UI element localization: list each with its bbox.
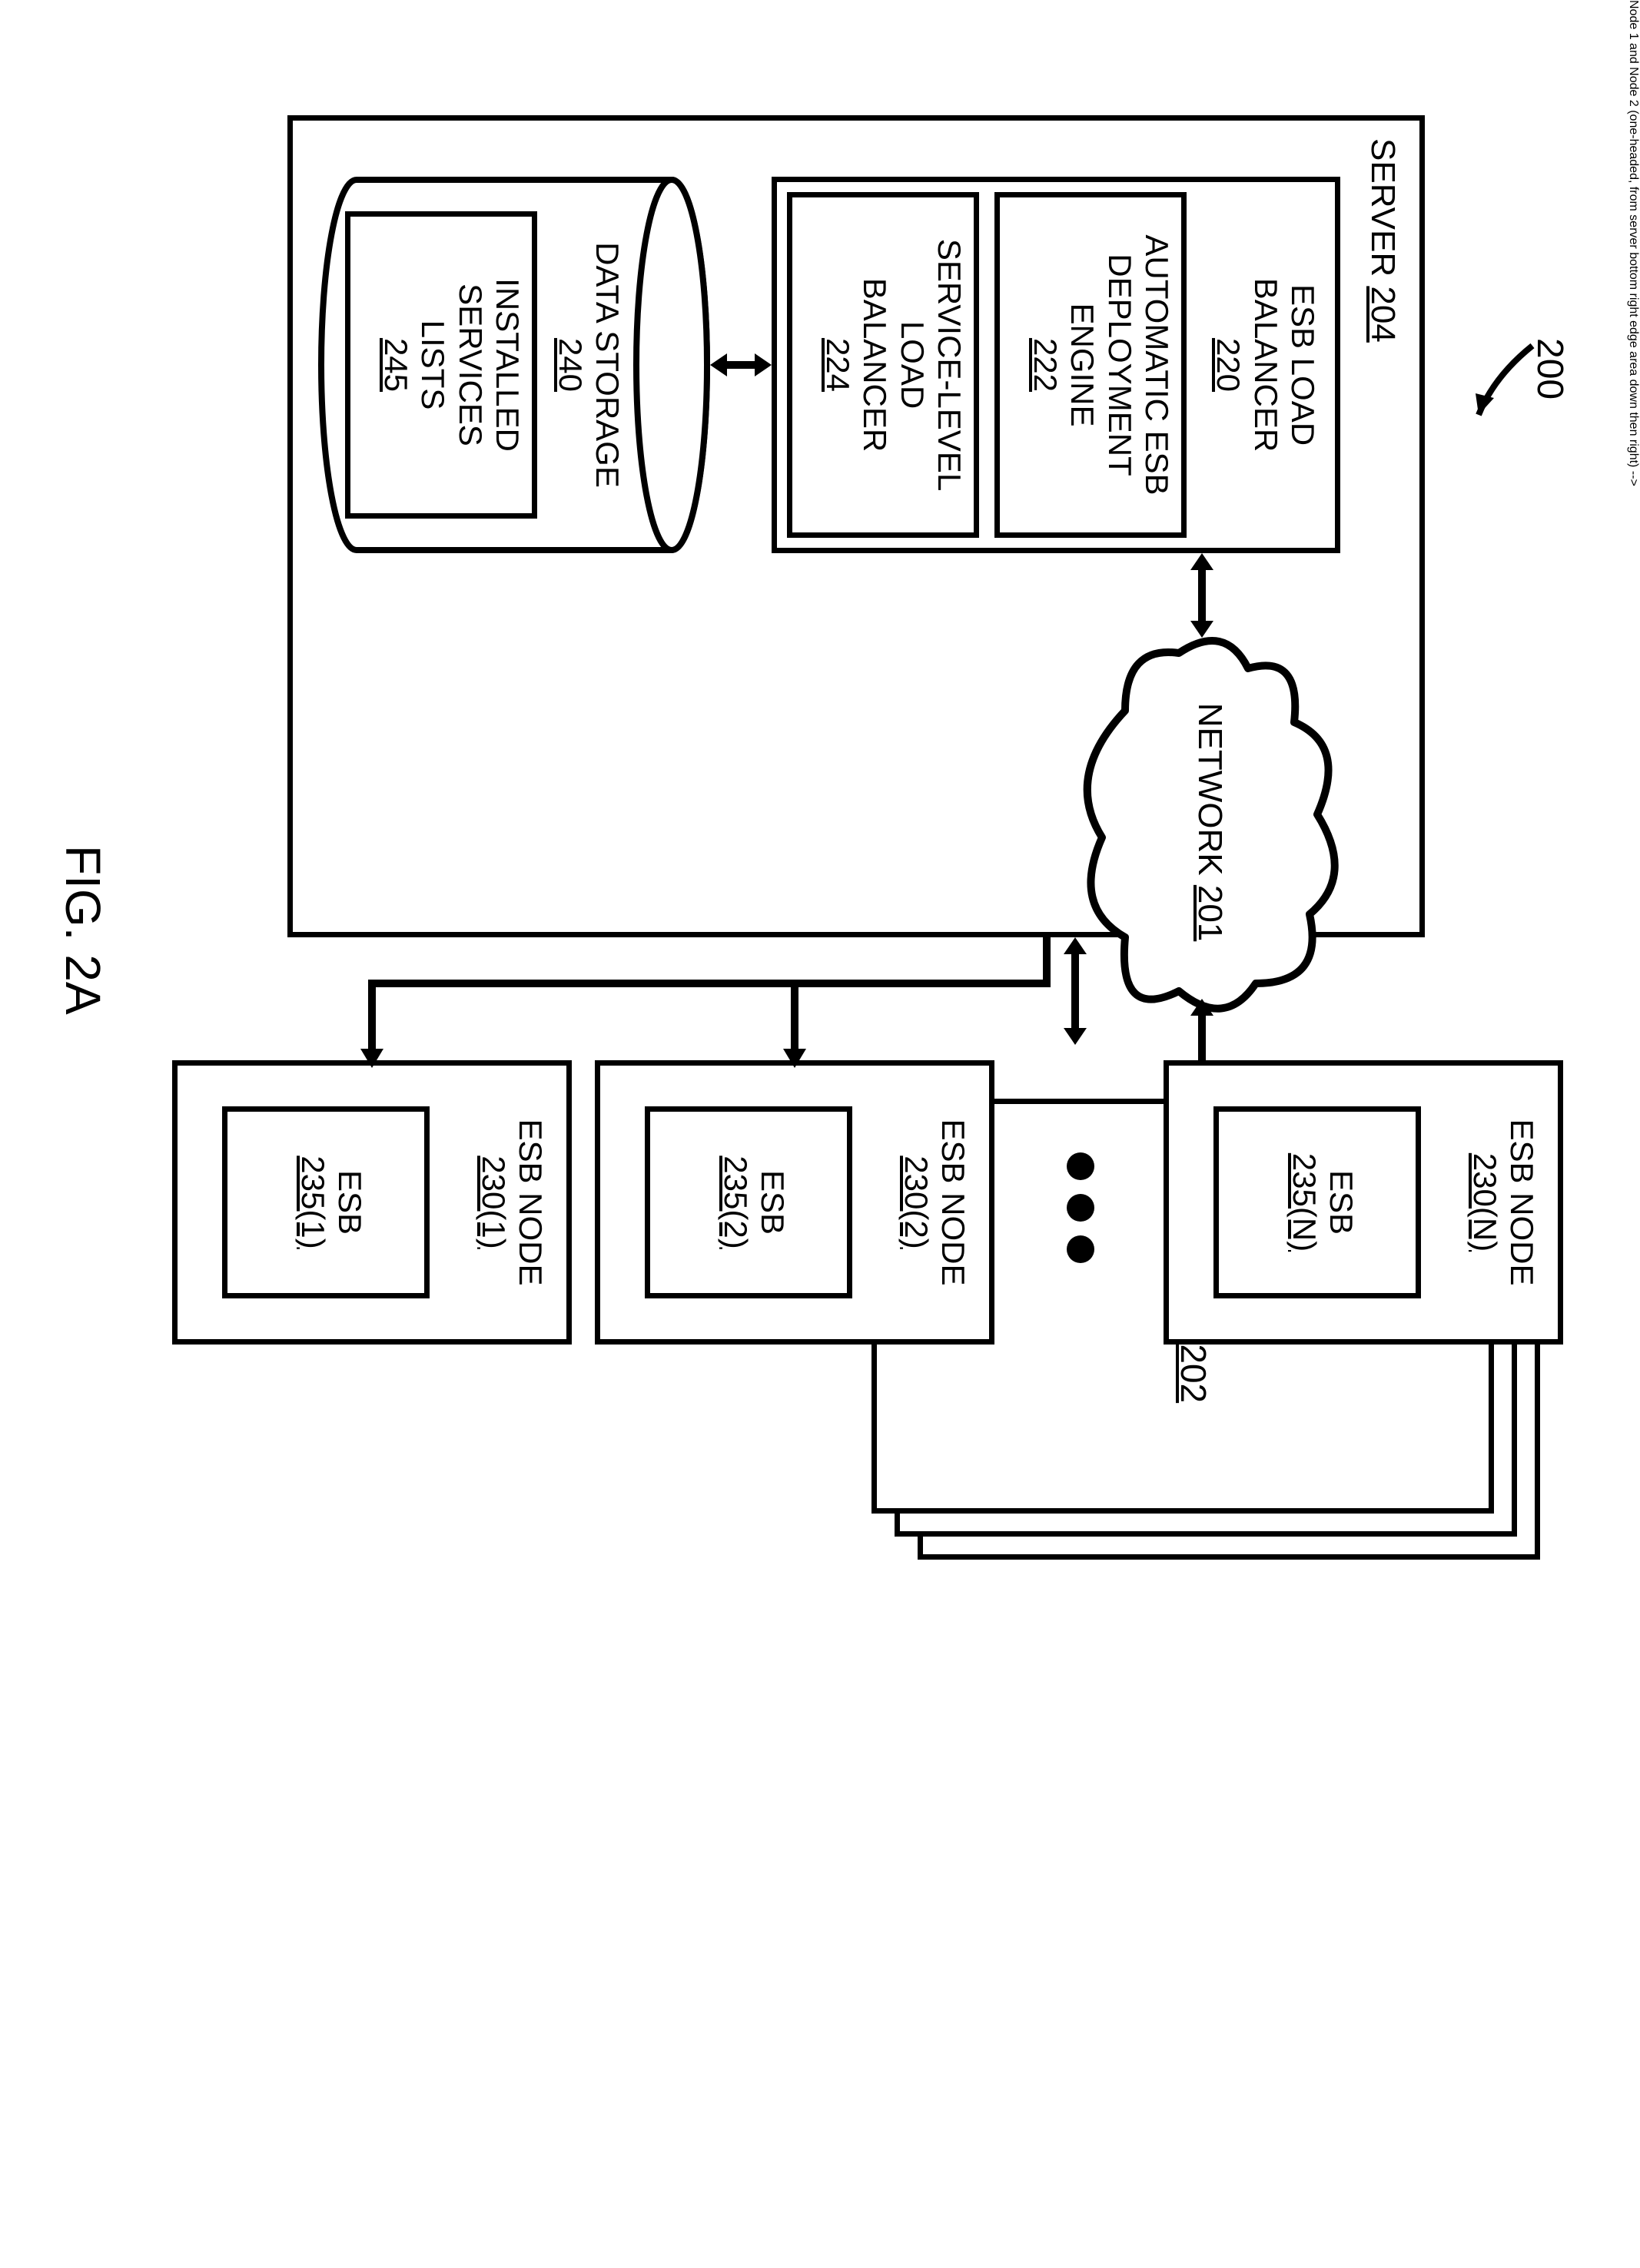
auto-esb-engine-title: AUTOMATIC ESB DEPLOYMENT ENGINE 222 — [1027, 192, 1175, 538]
esb-node-1-title: ESB NODE 230(1) — [474, 1060, 549, 1345]
ellipsis-dots — [1067, 1152, 1094, 1263]
ref-hook — [1471, 346, 1532, 438]
arrow-server-node-n — [1064, 937, 1087, 1045]
data-storage-title: DATA STORAGE 240 — [551, 177, 626, 553]
esb-load-balancer-title: ESB LOAD BALANCER 220 — [1210, 177, 1321, 553]
arrow-lb-network — [1190, 553, 1213, 638]
arrow-server-node1 — [363, 930, 1054, 1068]
esb-n-inner-title: ESB 235(N) — [1285, 1106, 1359, 1298]
esb-1-inner-title: ESB 235(1) — [294, 1106, 368, 1298]
figure-caption: FIG. 2A — [54, 845, 111, 1015]
esb-node-n-title: ESB NODE 230(N) — [1466, 1060, 1540, 1345]
ref-200: 200 — [1529, 338, 1571, 400]
esb-2-inner-title: ESB 235(2) — [716, 1106, 791, 1298]
network-title: NETWORK 201 — [1190, 622, 1229, 1022]
installed-services-title: INSTALLED SERVICES LISTS 245 — [377, 211, 526, 519]
esb-node-2-title: ESB NODE 230(2) — [897, 1060, 971, 1345]
server-title: SERVER 204 — [1363, 138, 1402, 343]
arrow-lb-storage — [710, 353, 772, 376]
service-level-lb-title: SERVICE-LEVEL LOAD BALANCER 224 — [819, 192, 968, 538]
